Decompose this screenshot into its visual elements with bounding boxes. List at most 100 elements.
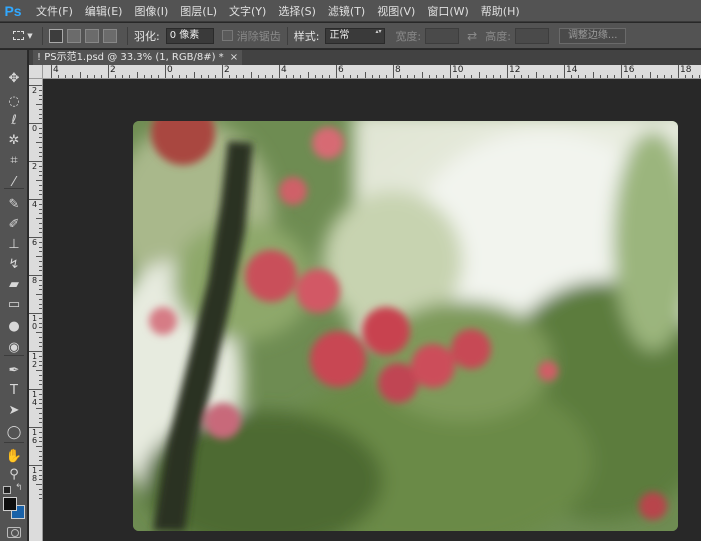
ruler-tick <box>471 75 473 78</box>
elliptical-marquee-icon[interactable]: ◌ <box>2 91 26 111</box>
menu-bar: Ps 文件(F) 编辑(E) 图像(I) 图层(L) 文字(Y) 选择(S) 滤… <box>0 0 701 22</box>
ruler-origin[interactable] <box>29 65 43 79</box>
vertical-ruler[interactable]: 2 0 2 4 6 8 10 12 14 16 18 <box>29 79 43 541</box>
ruler-tick <box>499 75 501 78</box>
ruler-tick <box>39 479 42 481</box>
ruler-tick <box>39 460 42 462</box>
ruler-tick <box>535 72 537 78</box>
menu-window[interactable]: 窗口(W) <box>427 3 468 19</box>
ruler-tick <box>39 431 42 433</box>
style-select[interactable]: 正常 <box>325 27 386 44</box>
dodge-tool-icon[interactable]: ◉ <box>2 337 26 357</box>
quick-mask-icon[interactable] <box>7 527 21 538</box>
ruler-tick <box>129 75 131 78</box>
hand-tool-icon[interactable]: ✋ <box>2 446 26 466</box>
horizontal-ruler[interactable]: 4202468101214161820222426 <box>43 65 701 79</box>
intersect-selection-button[interactable] <box>103 28 117 43</box>
magic-wand-icon[interactable]: ✲ <box>2 130 26 150</box>
ruler-tick <box>79 72 81 78</box>
canvas-area[interactable] <box>43 79 701 541</box>
menu-view[interactable]: 视图(V) <box>377 3 415 19</box>
ellipse-shape-icon[interactable]: ◯ <box>2 422 26 442</box>
ruler-tick <box>39 232 42 234</box>
path-selection-icon[interactable]: ➤ <box>2 400 26 420</box>
ruler-tick <box>39 208 42 210</box>
ruler-tick <box>378 75 380 78</box>
ruler-tick <box>656 75 658 78</box>
ruler-tick <box>165 65 166 78</box>
zoom-tool-icon[interactable]: ⚲ <box>2 464 26 484</box>
menu-type[interactable]: 文字(Y) <box>229 3 266 19</box>
ruler-tick <box>207 75 209 78</box>
ruler-tick <box>264 75 266 78</box>
ruler-tick <box>136 72 138 78</box>
history-brush-icon[interactable]: ↯ <box>2 254 26 274</box>
lasso-tool-icon[interactable]: ℓ <box>2 110 26 130</box>
ruler-tick <box>93 75 95 78</box>
healing-brush-icon[interactable]: ✎ <box>2 194 26 214</box>
ruler-tick <box>39 346 42 348</box>
feather-input[interactable]: 0 像素 <box>165 27 214 44</box>
menu-layer[interactable]: 图层(L) <box>180 3 217 19</box>
ruler-label: 4 <box>53 65 59 75</box>
ruler-tick <box>58 75 60 78</box>
pen-tool-icon[interactable]: ✒ <box>2 360 26 380</box>
ruler-tick <box>685 75 687 78</box>
add-to-selection-button[interactable] <box>67 28 81 43</box>
ruler-tick <box>39 241 42 243</box>
document-tab[interactable]: ! PS示范1.psd @ 33.3% (1, RGB/8#) * × <box>33 50 243 65</box>
menu-file[interactable]: 文件(F) <box>36 3 73 19</box>
ruler-tick <box>279 65 280 78</box>
ruler-tick <box>39 365 42 367</box>
crop-tool-icon[interactable]: ⌗ <box>2 150 26 170</box>
ruler-tick <box>39 379 42 381</box>
ruler-tick <box>357 75 359 78</box>
type-tool-icon[interactable]: T <box>2 380 26 400</box>
ruler-tick <box>39 469 42 471</box>
ruler-tick <box>39 336 42 338</box>
ruler-tick <box>36 180 42 181</box>
subtract-from-selection-button[interactable] <box>85 28 99 43</box>
menu-help[interactable]: 帮助(H) <box>481 3 520 19</box>
menu-image[interactable]: 图像(I) <box>134 3 168 19</box>
ruler-tick <box>39 175 42 177</box>
ruler-label: 6 <box>338 65 344 75</box>
blur-tool-icon[interactable]: ● <box>2 316 26 336</box>
move-tool-icon[interactable]: ✥ <box>2 68 26 88</box>
ruler-tick <box>613 75 615 78</box>
ruler-tick <box>100 75 102 78</box>
swap-colors-icon[interactable]: ↰ <box>15 483 23 493</box>
ruler-tick <box>400 75 402 78</box>
refine-edge-button[interactable]: 调整边缘... <box>558 27 627 44</box>
ruler-tick <box>371 75 373 78</box>
ruler-tick <box>414 75 416 78</box>
ruler-tick <box>336 65 337 78</box>
ruler-tick <box>72 75 74 78</box>
ruler-tick <box>521 75 523 78</box>
height-input[interactable] <box>514 27 549 44</box>
swap-dimensions-icon[interactable]: ⇄ <box>467 29 477 43</box>
tool-preset-picker[interactable]: ▼ <box>10 26 36 46</box>
foreground-color-swatch[interactable] <box>3 497 17 511</box>
close-icon[interactable]: × <box>230 50 238 65</box>
ruler-tick <box>692 75 694 78</box>
photoshop-logo[interactable]: Ps <box>2 1 24 21</box>
menu-edit[interactable]: 编辑(E) <box>85 3 123 19</box>
clone-stamp-icon[interactable]: ⊥ <box>2 234 26 254</box>
eyedropper-icon[interactable]: ⁄ <box>2 172 26 192</box>
default-colors-icon[interactable] <box>3 486 11 494</box>
ruler-tick <box>36 332 42 333</box>
new-selection-button[interactable] <box>49 28 63 43</box>
eraser-tool-icon[interactable]: ▰ <box>2 274 26 294</box>
menu-filter[interactable]: 滤镜(T) <box>328 3 365 19</box>
gradient-tool-icon[interactable]: ▭ <box>2 294 26 314</box>
ruler-tick <box>172 75 174 78</box>
width-input[interactable] <box>425 27 460 44</box>
ruler-tick <box>621 65 622 78</box>
brush-tool-icon[interactable]: ✐ <box>2 214 26 234</box>
antialias-checkbox[interactable] <box>221 30 233 41</box>
ruler-tick <box>39 403 42 405</box>
ruler-tick <box>29 85 42 86</box>
ruler-tick <box>39 474 42 476</box>
menu-select[interactable]: 选择(S) <box>278 3 316 19</box>
